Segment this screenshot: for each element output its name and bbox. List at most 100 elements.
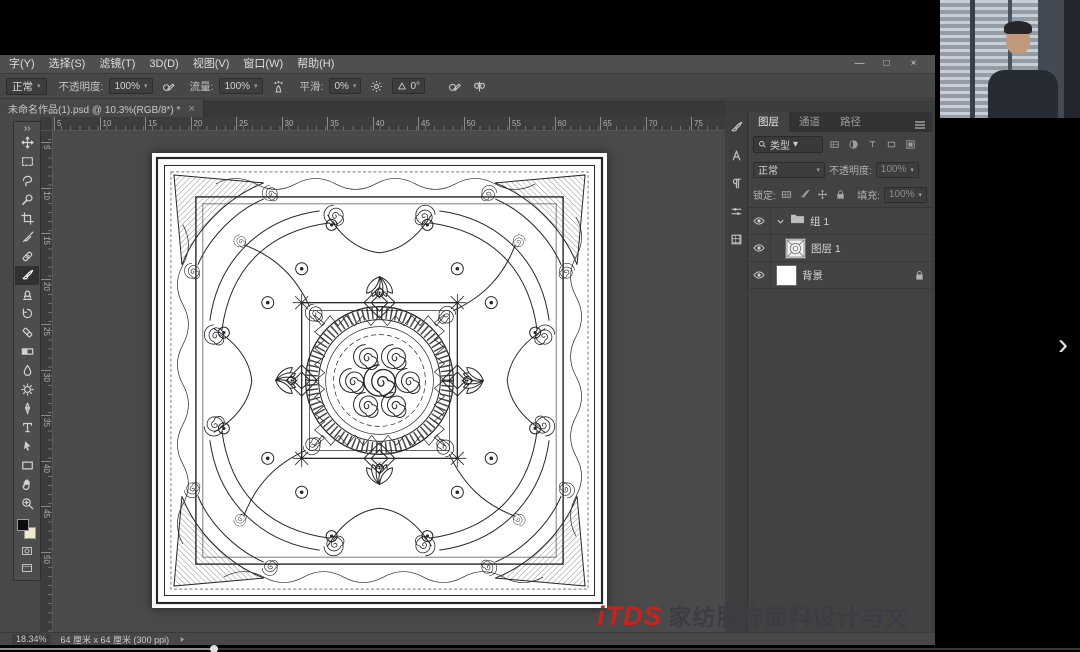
properties-panel-icon[interactable]	[728, 203, 745, 220]
crop-tool[interactable]	[15, 209, 39, 228]
zoom-level-field[interactable]: 18.34%	[12, 633, 51, 645]
menu-item-2[interactable]: 滤镜(T)	[92, 55, 142, 73]
player-progress-played	[0, 648, 214, 650]
chevron-down-icon: ▾	[352, 83, 357, 90]
character-panel-icon[interactable]	[728, 147, 745, 164]
layer-visibility-toggle[interactable]	[748, 262, 771, 288]
smoothing-gear-icon[interactable]	[367, 78, 386, 95]
chevron-down-icon: ▾	[37, 83, 41, 90]
player-progress-handle[interactable]	[210, 645, 218, 652]
opacity-field[interactable]: 100% ▾	[109, 78, 153, 94]
layer-visibility-toggle[interactable]	[748, 208, 771, 234]
path-select-tool[interactable]	[15, 437, 39, 456]
type-tool[interactable]	[15, 418, 39, 437]
eyedropper-tool[interactable]	[15, 228, 39, 247]
tools-panel	[13, 121, 41, 581]
panel-tab-1[interactable]: 通道	[789, 112, 830, 132]
lock-transparent-pixels-icon[interactable]	[780, 188, 794, 202]
paragraph-panel-icon[interactable]	[728, 175, 745, 192]
layer-opacity-field[interactable]: 100% ▾	[875, 161, 919, 178]
healing-brush-tool[interactable]	[15, 247, 39, 266]
next-video-button[interactable]: ›	[1058, 330, 1068, 360]
layer-filter-select[interactable]: 类型 ▾	[753, 136, 823, 153]
foreground-color-swatch[interactable]	[17, 519, 29, 531]
document-tab[interactable]: 未命名作品(1).psd @ 10.3%(RGB/8*) * ×	[0, 100, 204, 117]
brush-angle-field[interactable]: 0°	[392, 78, 425, 94]
menu-item-3[interactable]: 3D(D)	[142, 55, 185, 73]
ruler-left[interactable]: 5 10 15 20 25 30 35 40 45 50	[40, 130, 53, 632]
filter-adjustment-icon[interactable]	[846, 137, 861, 152]
opacity-value: 100%	[114, 80, 141, 92]
filter-type-icon[interactable]	[865, 137, 880, 152]
quick-mask-button[interactable]	[15, 542, 39, 559]
layer-row-0[interactable]: 组 1	[748, 208, 932, 235]
dodge-tool[interactable]	[15, 380, 39, 399]
layer-name[interactable]: 组 1	[810, 214, 829, 229]
menu-item-6[interactable]: 帮助(H)	[290, 55, 341, 73]
layer-thumbnail[interactable]	[785, 237, 806, 259]
lock-position-icon[interactable]	[816, 188, 830, 202]
ruler-left-mark-5: 5	[41, 142, 51, 149]
toolbar-collapse-icon[interactable]	[22, 124, 32, 133]
menu-item-5[interactable]: 窗口(W)	[236, 55, 290, 73]
clone-stamp-tool[interactable]	[15, 285, 39, 304]
brush-settings-panel-icon[interactable]	[728, 119, 745, 136]
close-button[interactable]: ×	[900, 55, 927, 73]
ruler-origin[interactable]	[40, 117, 53, 131]
panel-tab-2[interactable]: 路径	[830, 112, 871, 132]
menu-item-1[interactable]: 选择(S)	[42, 55, 93, 73]
layer-fill-field[interactable]: 100% ▾	[883, 186, 927, 203]
info-panel-icon[interactable]	[728, 231, 745, 248]
color-swatches[interactable]	[16, 518, 38, 542]
filter-smart-object-icon[interactable]	[903, 137, 918, 152]
layer-visibility-toggle[interactable]	[748, 235, 771, 261]
document-tab-bar: 未命名作品(1).psd @ 10.3%(RGB/8*) * ×	[0, 100, 725, 117]
history-brush-tool[interactable]	[15, 304, 39, 323]
lasso-tool[interactable]	[15, 171, 39, 190]
smoothing-field[interactable]: 0% ▾	[329, 78, 362, 94]
group-caret-icon[interactable]	[776, 217, 785, 226]
pen-tool[interactable]	[15, 399, 39, 418]
filter-pixel-icon[interactable]	[827, 137, 842, 152]
filter-shape-icon[interactable]	[884, 137, 899, 152]
restore-button[interactable]: □	[873, 55, 900, 73]
lock-all-icon[interactable]	[834, 188, 848, 202]
document-canvas[interactable]	[152, 153, 607, 608]
ruler-left-mark-25: 25	[41, 324, 51, 336]
ruler-top[interactable]: 5 10 15 20 25 30 35 40 45 50 55 60 65 70 75	[52, 117, 725, 131]
brush-blend-mode-select[interactable]: 正常 ▾	[6, 77, 47, 95]
layer-name[interactable]: 图层 1	[811, 241, 841, 256]
flow-field[interactable]: 100% ▾	[219, 78, 263, 94]
paint-symmetry-icon[interactable]	[470, 78, 489, 95]
layer-name[interactable]: 背景	[802, 268, 823, 283]
shape-tool[interactable]	[15, 456, 39, 475]
status-menu-arrow-icon[interactable]	[179, 636, 186, 643]
filter-kind-label: 类型	[770, 141, 790, 152]
size-pressure-icon[interactable]	[445, 78, 464, 95]
panel-tab-0[interactable]: 图层	[748, 112, 789, 132]
blur-tool[interactable]	[15, 361, 39, 380]
move-tool[interactable]	[15, 133, 39, 152]
lock-image-pixels-icon[interactable]	[798, 188, 812, 202]
eraser-tool[interactable]	[15, 323, 39, 342]
tab-close-icon[interactable]: ×	[188, 103, 194, 115]
brush-tool[interactable]	[15, 266, 39, 285]
layer-row-2[interactable]: 背景	[748, 262, 932, 289]
layer-row-1[interactable]: 图层 1	[748, 235, 932, 262]
screen-mode-button[interactable]	[15, 559, 39, 576]
menu-item-4[interactable]: 视图(V)	[186, 55, 237, 73]
ruler-top-mark-30: 30	[281, 117, 293, 130]
minimize-button[interactable]: —	[846, 55, 873, 73]
gradient-tool[interactable]	[15, 342, 39, 361]
menu-item-0[interactable]: 字(Y)	[2, 55, 42, 73]
panel-menu-icon[interactable]	[914, 117, 927, 129]
airbrush-icon[interactable]	[269, 78, 288, 95]
hand-tool[interactable]	[15, 475, 39, 494]
zoom-tool[interactable]	[15, 494, 39, 513]
layer-thumbnail[interactable]	[776, 264, 797, 286]
opacity-pressure-icon[interactable]	[159, 78, 178, 95]
quick-select-tool[interactable]	[15, 190, 39, 209]
layer-blend-mode-select[interactable]: 正常 ▾	[753, 161, 825, 178]
player-progress-bar[interactable]	[0, 645, 1080, 652]
marquee-tool[interactable]	[15, 152, 39, 171]
